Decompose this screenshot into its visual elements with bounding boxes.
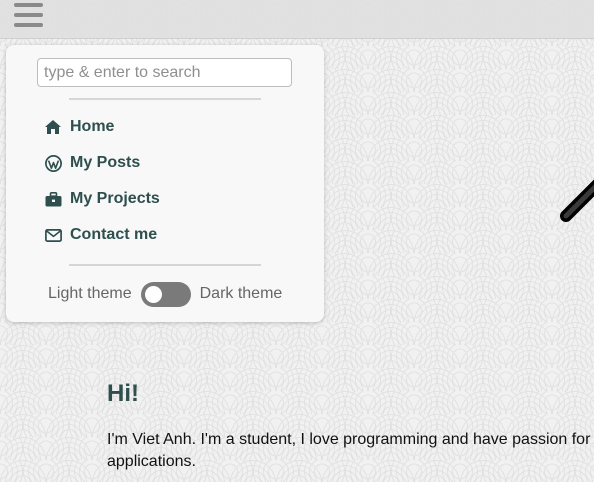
nav-item-home[interactable]: Home <box>44 115 114 139</box>
nav-item-my-projects-label: My Projects <box>70 190 160 207</box>
theme-switcher: Light theme Dark theme <box>48 281 282 307</box>
briefcase-icon <box>44 190 62 208</box>
nav-item-contact-me[interactable]: Contact me <box>44 223 157 247</box>
page-greeting: Hi! <box>107 380 139 407</box>
intro-line-1: I'm Viet Anh. I'm a student, I love prog… <box>107 431 591 448</box>
home-icon <box>44 118 62 136</box>
envelope-icon <box>44 226 62 244</box>
theme-toggle-knob <box>144 285 162 303</box>
theme-toggle[interactable] <box>140 281 191 307</box>
nav-item-contact-me-label: Contact me <box>70 226 158 243</box>
navigation-menu: Home My Posts My Projects Contac <box>6 45 324 322</box>
nav-item-my-projects[interactable]: My Projects <box>44 187 160 211</box>
intro-line-2: applications. <box>107 453 196 470</box>
menu-divider-top <box>69 98 261 100</box>
pen-decoration-icon <box>560 179 594 222</box>
nav-item-home-label: Home <box>70 118 115 135</box>
top-bar <box>0 0 594 39</box>
dark-theme-label: Dark theme <box>199 285 283 302</box>
menu-divider-bottom <box>69 264 261 266</box>
hamburger-menu-icon[interactable] <box>14 3 43 29</box>
search-input[interactable] <box>37 58 292 87</box>
nav-item-my-posts[interactable]: My Posts <box>44 151 140 175</box>
light-theme-label: Light theme <box>48 285 132 302</box>
nav-item-my-posts-label: My Posts <box>70 154 141 171</box>
wordpress-icon <box>44 154 62 172</box>
intro-paragraph: I'm Viet Anh. I'm a student, I love prog… <box>107 429 594 473</box>
